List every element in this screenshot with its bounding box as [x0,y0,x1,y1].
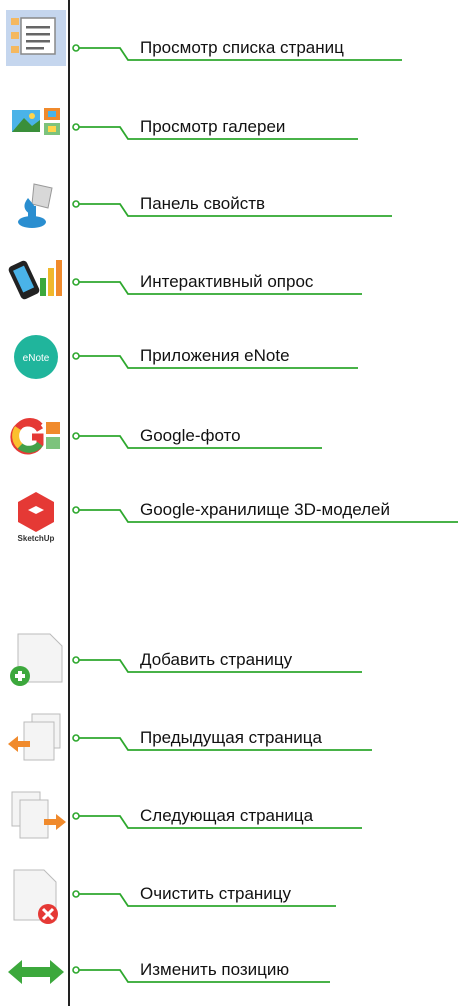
label-properties-panel: Панель свойств [140,194,266,213]
label-interactive-poll: Интерактивный опрос [140,272,314,291]
label-google-photo: Google-фото [140,426,241,445]
label-3d-warehouse: Google-хранилище 3D-моделей [140,500,391,519]
label-previous-page: Предыдущая страница [140,728,322,747]
label-clear-page: Очистить страницу [140,884,292,903]
label-gallery: Просмотр галереи [140,117,286,136]
label-page-list: Просмотр списка страниц [140,38,344,57]
label-swap-position: Изменить позицию [140,960,290,979]
label-next-page: Следующая страница [140,806,314,825]
label-enote-apps: Приложения eNote [140,346,290,365]
label-add-page: Добавить страницу [140,650,293,669]
